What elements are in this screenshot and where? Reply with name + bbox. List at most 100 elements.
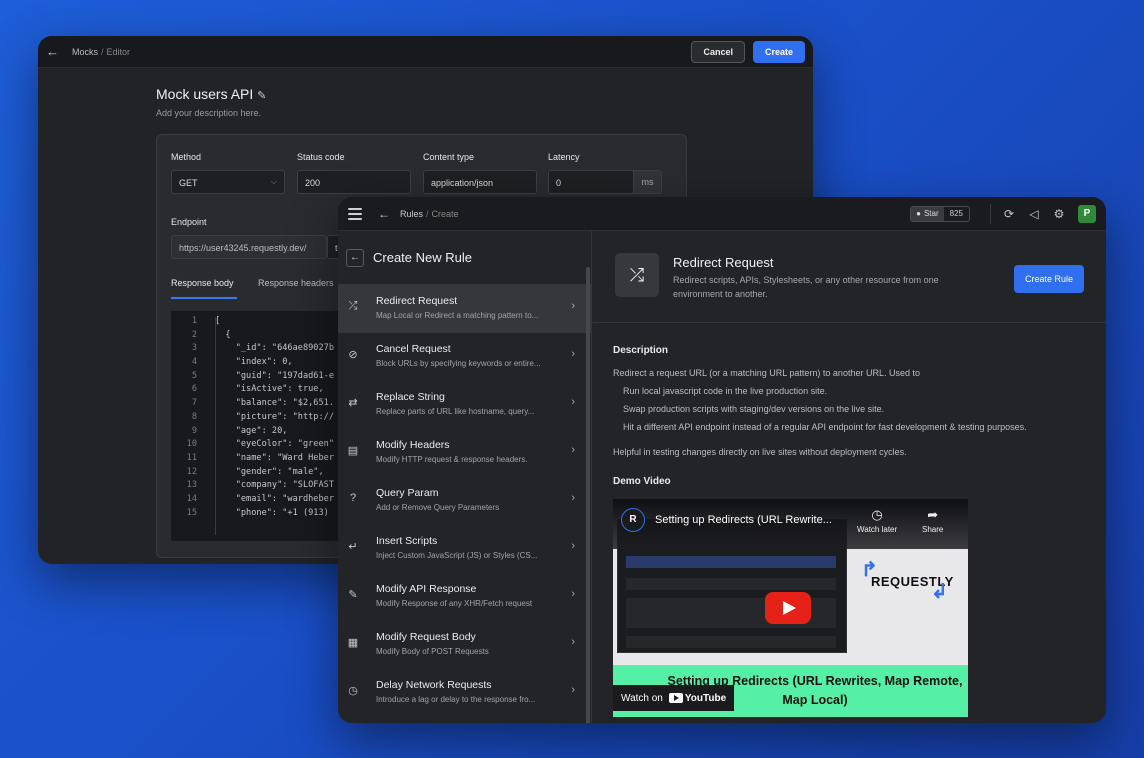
line-number: 5 — [191, 370, 197, 381]
endpoint-label: Endpoint — [171, 217, 207, 227]
rule-type-item[interactable]: ▦ Modify Request Body Modify Body of POST … — [338, 621, 591, 669]
rule-type-item[interactable]: ✎ Modify API Response Modify Response of a… — [338, 573, 591, 621]
breadcrumb: Rules / Create — [400, 209, 459, 219]
breadcrumb-current: Create — [431, 208, 459, 219]
back-arrow-icon[interactable]: ← — [378, 207, 390, 221]
rule-type-description: Modify HTTP request & response headers. — [376, 455, 528, 464]
rule-detail-title: Redirect Request — [673, 255, 774, 270]
rule-type-name: Insert Scripts — [376, 535, 438, 547]
code-text: "index": 0, — [215, 357, 293, 368]
chevron-right-icon: › — [571, 348, 575, 360]
sync-icon[interactable]: ⟳ — [1003, 207, 1015, 221]
back-arrow-icon[interactable]: ← — [46, 44, 64, 59]
mock-description[interactable]: Add your description here. — [156, 108, 261, 118]
share-label: Share — [922, 525, 944, 534]
latency-unit: ms — [633, 171, 661, 193]
chevron-right-icon: › — [571, 540, 575, 552]
rule-type-description: Replace parts of URL like hostname, quer… — [376, 407, 535, 416]
rule-type-name: Query Param — [376, 487, 439, 499]
rule-type-item[interactable]: ⤮ Redirect Request Map Local or Redirect a… — [338, 285, 591, 333]
code-text: "company": "SLOFAST — [215, 480, 334, 491]
video-title[interactable]: Setting up Redirects (URL Rewrite... — [655, 514, 832, 526]
back-arrow-icon[interactable]: ← — [346, 248, 364, 267]
description-helpful: Helpful in testing changes directly on l… — [613, 447, 907, 457]
latency-input[interactable]: 0 ms — [548, 170, 662, 194]
method-select[interactable]: GET ⌵ — [171, 170, 285, 194]
line-number: 10 — [186, 439, 197, 450]
avatar[interactable]: P — [1078, 204, 1096, 223]
rule-list-header: ← Create New Rule — [338, 231, 591, 285]
line-number: 3 — [191, 343, 197, 354]
line-number: 15 — [186, 507, 197, 518]
play-button[interactable] — [765, 592, 811, 624]
endpoint-prefix: https://user43245.requestly.dev/ — [171, 235, 327, 259]
rule-type-icon: ▦ — [347, 637, 359, 649]
youtube-label: YouTube — [684, 692, 727, 704]
watch-on-youtube-button[interactable]: Watch on YouTube — [613, 685, 735, 711]
demo-video-embed[interactable]: ↱ REQUESTLY ↲ R Setting up Redirects (UR… — [613, 499, 968, 717]
breadcrumb: Mocks / Editor — [72, 47, 130, 57]
rule-type-description: Introduce a lag or delay to the response… — [376, 695, 536, 704]
megaphone-icon[interactable]: ◁ — [1028, 207, 1040, 221]
rule-type-item[interactable]: ? Query Param Add or Remove Query Paramete… — [338, 477, 591, 525]
rule-detail-header: ⤮ Redirect Request Redirect scripts, API… — [593, 231, 1106, 323]
line-number: 9 — [191, 425, 197, 436]
channel-logo[interactable]: R — [621, 508, 645, 532]
mock-title: Mock users API — [156, 86, 254, 102]
code-text: "gender": "male", — [215, 466, 324, 477]
rule-type-item[interactable]: ⇄ Replace String Replace parts of URL like… — [338, 381, 591, 429]
code-text: "isActive": true, — [215, 384, 324, 395]
rule-type-item[interactable]: ↵ Insert Scripts Inject Custom JavaScript … — [338, 525, 591, 573]
line-number: 11 — [186, 452, 197, 463]
create-button[interactable]: Create — [752, 40, 805, 63]
gear-icon[interactable]: ⚙ — [1053, 207, 1065, 221]
status-code-input[interactable]: 200 — [297, 170, 411, 194]
breadcrumb-root[interactable]: Rules — [400, 209, 423, 219]
rule-type-item[interactable]: ◷ Delay Network Requests Introduce a lag o… — [338, 669, 591, 717]
rule-type-item[interactable]: ⊘ Cancel Request Block URLs by specifying … — [338, 333, 591, 381]
rule-type-name: Modify Headers — [376, 439, 450, 451]
tab-response-body[interactable]: Response body — [171, 278, 234, 288]
page-title[interactable]: Mock users API ✎ — [156, 86, 266, 102]
github-star-button[interactable]: ● Star 825 — [910, 205, 970, 222]
breadcrumb-root[interactable]: Mocks — [72, 47, 98, 57]
line-number: 4 — [191, 357, 197, 368]
gutter-divider — [215, 317, 216, 535]
rule-type-icon: ↵ — [348, 541, 358, 553]
clock-icon: ◷ — [871, 507, 883, 522]
create-rule-button[interactable]: Create Rule — [1013, 265, 1084, 293]
rule-type-name: Delay Network Requests — [376, 679, 492, 691]
line-number: 6 — [191, 384, 197, 395]
description-bullet: Hit a different API endpoint instead of … — [623, 422, 1027, 432]
line-number: 2 — [191, 329, 197, 340]
rule-detail-pane: ⤮ Redirect Request Redirect scripts, API… — [593, 231, 1106, 723]
method-value: GET — [179, 178, 198, 188]
description-heading: Description — [613, 345, 669, 356]
github-star-count: 825 — [949, 209, 963, 218]
chevron-right-icon: › — [571, 636, 575, 648]
rule-type-icon: ▤ — [347, 445, 359, 457]
rule-type-item[interactable]: ▤ Modify Headers Modify HTTP request & res… — [338, 429, 591, 477]
mock-editor-header: ← Mocks / Editor Cancel Create — [38, 36, 813, 68]
arrow-left-icon: ↲ — [931, 581, 948, 603]
pencil-icon[interactable]: ✎ — [257, 90, 266, 102]
share-button[interactable]: ➦ Share — [922, 507, 943, 534]
scrollbar[interactable] — [586, 267, 590, 723]
rule-type-list: ⤮ Redirect Request Map Local or Redirect a… — [338, 285, 591, 717]
watch-later-button[interactable]: ◷ Watch later — [857, 507, 897, 534]
rules-window: ← Rules / Create ● Star 825 ⟳ ◁ ⚙ P ← Creat… — [338, 197, 1106, 723]
rule-type-description: Inject Custom JavaScript (JS) or Styles … — [376, 551, 538, 560]
description-intro: Redirect a request URL (or a matching UR… — [613, 368, 920, 378]
cancel-button[interactable]: Cancel — [691, 40, 745, 63]
content-type-input[interactable]: application/json — [423, 170, 537, 194]
github-star-label: Star — [923, 209, 939, 218]
rule-type-icon: ⊘ — [348, 349, 358, 361]
tab-response-headers[interactable]: Response headers — [258, 278, 334, 288]
line-number: 7 — [191, 398, 197, 409]
rule-type-name: Redirect Request — [376, 295, 458, 307]
line-number: 14 — [186, 493, 197, 504]
method-label: Method — [171, 152, 202, 162]
breadcrumb-separator: / — [426, 208, 429, 219]
hamburger-menu-icon[interactable] — [348, 207, 362, 220]
rule-type-icon: ? — [349, 492, 357, 504]
